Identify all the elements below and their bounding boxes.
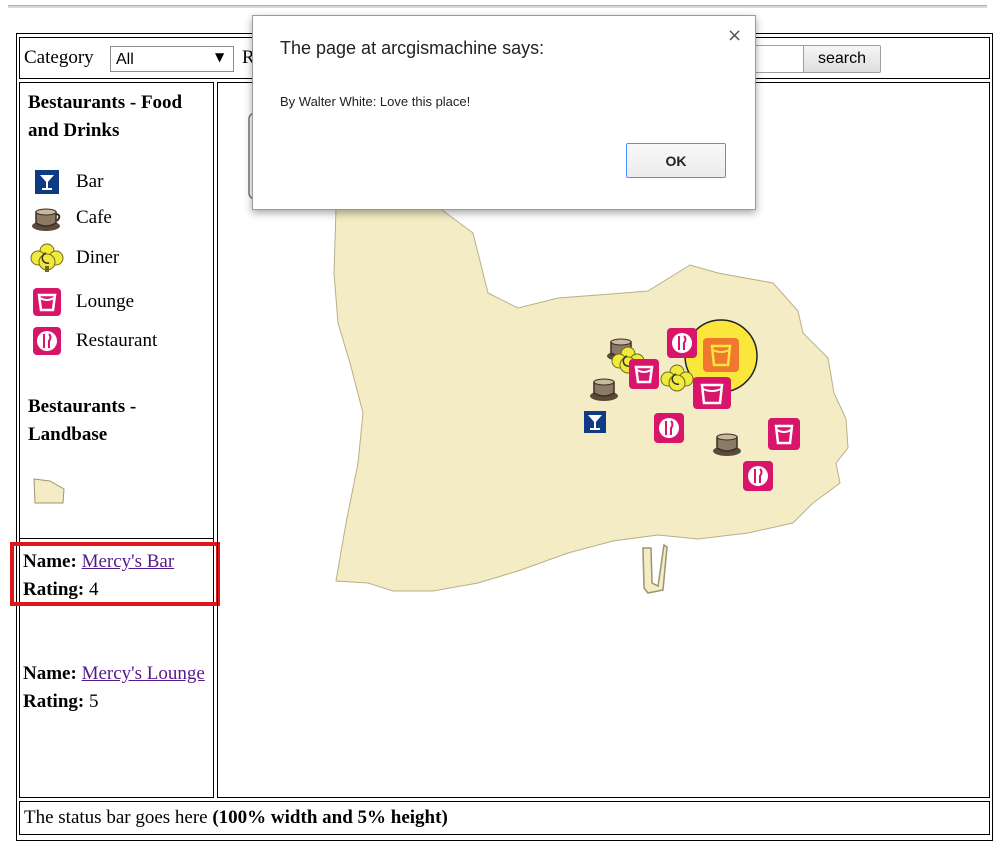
category-label: Category — [24, 47, 94, 68]
lounge-icon-selected[interactable] — [703, 338, 739, 372]
legend-item-cafe: Cafe — [30, 201, 112, 235]
cafe-icon[interactable] — [590, 378, 618, 401]
legend-item-restaurant: Restaurant — [30, 324, 157, 358]
pier-polygon — [642, 543, 668, 594]
legend-item-label: Bar — [76, 171, 104, 192]
legend-item-bar: Bar — [30, 165, 103, 199]
lounge-icon — [30, 285, 64, 319]
lounge-icon[interactable] — [693, 377, 731, 409]
result-name-link[interactable]: Mercy's Lounge — [82, 663, 205, 684]
legend-section-food-drinks: Bestaurants - Food and Drinks — [28, 92, 183, 141]
legend-item-lounge: Lounge — [30, 285, 134, 319]
legend-item-label: Diner — [76, 247, 120, 268]
restaurant-icon[interactable] — [654, 413, 684, 443]
highlight-box — [10, 542, 220, 606]
alert-dialog: The page at arcgismachine says: × By Wal… — [252, 15, 756, 210]
legend-item-label: Cafe — [76, 207, 112, 228]
dialog-message: By Walter White: Love this place! — [280, 94, 471, 109]
restaurant-icon — [30, 324, 64, 358]
bar-icon[interactable] — [584, 411, 606, 433]
close-icon[interactable]: × — [727, 25, 742, 46]
legend-item-diner: Diner — [30, 241, 119, 275]
status-text: The status bar goes here — [24, 807, 213, 828]
landbase-polygon — [333, 206, 849, 592]
lounge-icon[interactable] — [629, 359, 659, 389]
diner-icon — [30, 241, 64, 275]
dialog-title: The page at arcgismachine says: — [280, 38, 545, 58]
cafe-icon — [30, 201, 64, 235]
rating-value: 5 — [88, 691, 99, 712]
status-bar: The status bar goes here (100% width and… — [19, 801, 990, 835]
restaurant-icon[interactable] — [743, 461, 773, 491]
top-divider — [8, 5, 987, 8]
legend-item-label: Restaurant — [76, 330, 158, 351]
bar-icon — [30, 165, 64, 199]
ok-button[interactable]: OK — [626, 143, 726, 178]
restaurant-icon[interactable] — [667, 328, 697, 358]
name-label: Name: — [23, 663, 77, 684]
landbase-swatch-icon — [32, 477, 66, 510]
legend-section-landbase: Bestaurants - Landbase — [28, 396, 137, 445]
rating-label: Rating: — [23, 691, 85, 712]
cafe-icon[interactable] — [713, 433, 741, 456]
legend-panel: Bestaurants - Food and Drinks Bar Cafe D… — [20, 83, 213, 539]
search-button[interactable]: search — [803, 45, 881, 73]
legend-item-label: Lounge — [76, 291, 135, 312]
status-bold-text: (100% width and 5% height) — [212, 807, 448, 828]
list-item: Name: Mercy's Lounge Rating: 5 — [23, 660, 211, 716]
lounge-icon[interactable] — [768, 418, 800, 450]
category-select[interactable]: All — [110, 46, 234, 72]
sidebar: Bestaurants - Food and Drinks Bar Cafe D… — [19, 82, 214, 798]
